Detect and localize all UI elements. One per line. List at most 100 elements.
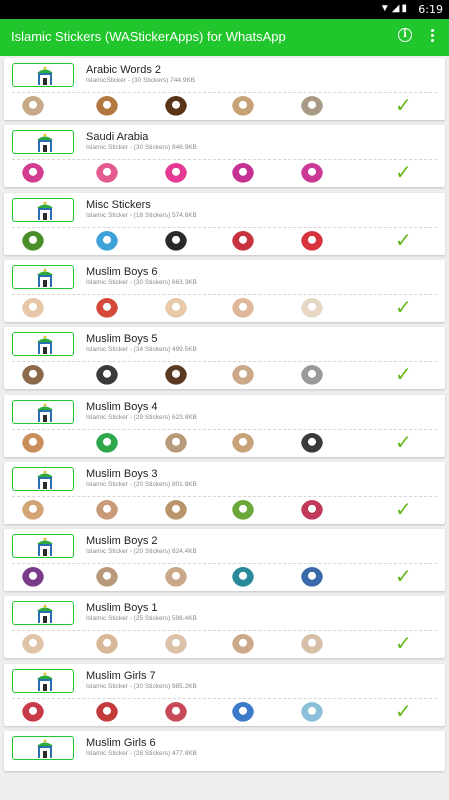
pack-meta: Islamic Sticker - (20 Stickers) 801.8KB <box>86 480 197 488</box>
sticker-preview <box>22 701 44 724</box>
pack-name: Muslim Girls 7 <box>86 669 156 682</box>
pack-tray-icon <box>12 534 74 559</box>
added-check-icon: ✓ <box>395 227 412 252</box>
sticker-preview <box>22 297 44 320</box>
sticker-preview <box>301 365 323 388</box>
added-check-icon: ✓ <box>395 429 412 454</box>
sticker-preview <box>232 365 254 388</box>
added-check-icon: ✓ <box>395 160 412 185</box>
sticker-pack-card[interactable]: Muslim Boys 4 Islamic Sticker - (29 Stick… <box>4 394 445 457</box>
sticker-pack-card[interactable]: Muslim Boys 3 Islamic Sticker - (20 Stick… <box>4 461 445 524</box>
pack-tray-icon <box>12 668 74 693</box>
pack-name: Muslim Boys 6 <box>86 265 158 278</box>
card-divider <box>12 159 437 161</box>
pack-tray-icon <box>12 264 74 289</box>
sticker-pack-list[interactable]: Arabic Words 2 IslamicSticker - (30 Stick… <box>0 56 449 800</box>
sticker-preview <box>22 634 44 657</box>
sticker-preview <box>165 432 187 455</box>
sticker-preview <box>165 499 187 522</box>
pack-tray-icon <box>12 63 74 87</box>
status-time: 6:19 <box>418 3 443 16</box>
sticker-preview <box>22 365 44 388</box>
sticker-preview <box>165 297 187 320</box>
card-divider <box>12 428 437 430</box>
status-bar: ▼◢▮ 6:19 <box>0 0 449 19</box>
added-check-icon: ✓ <box>395 564 412 589</box>
sticker-pack-card[interactable]: Muslim Boys 2 Islamic Sticker - (20 Stick… <box>4 529 445 592</box>
sticker-preview <box>96 634 118 657</box>
sticker-preview <box>22 163 44 186</box>
pack-meta: Islamic Sticker - (29 Stickers) 623.8KB <box>86 413 197 421</box>
sticker-pack-card[interactable]: Arabic Words 2 IslamicSticker - (30 Stick… <box>4 58 445 120</box>
sticker-preview <box>165 230 187 253</box>
info-icon[interactable]: i <box>398 28 412 42</box>
sticker-preview <box>301 230 323 253</box>
sticker-preview <box>96 96 118 118</box>
added-check-icon: ✓ <box>395 496 412 521</box>
pack-meta: Islamic Sticker - (30 Stickers) 846.9KB <box>86 144 197 152</box>
pack-meta: IslamicSticker - (30 Stickers) 744.9KB <box>86 77 196 84</box>
app-title: Islamic Stickers (WAStickerApps) for Wha… <box>11 29 286 44</box>
card-divider <box>12 495 437 497</box>
pack-meta: Islamic Sticker - (18 Stickers) 574.6KB <box>86 211 197 219</box>
sticker-preview <box>232 96 254 118</box>
sticker-preview <box>96 567 118 590</box>
pack-name: Muslim Boys 2 <box>86 535 158 548</box>
card-divider <box>12 361 437 363</box>
sticker-preview <box>232 567 254 590</box>
sticker-preview <box>232 701 254 724</box>
sticker-pack-card[interactable]: Muslim Boys 5 Islamic Sticker - (34 Stick… <box>4 327 445 390</box>
sticker-preview <box>22 432 44 455</box>
sticker-preview <box>232 432 254 455</box>
sticker-pack-card[interactable]: Muslim Boys 1 Islamic Sticker - (25 Stick… <box>4 596 445 659</box>
pack-meta: Islamic Sticker - (28 Stickers) 477.8KB <box>86 750 197 757</box>
sticker-preview <box>232 634 254 657</box>
pack-tray-icon <box>12 466 74 491</box>
pack-tray-icon <box>12 399 74 424</box>
sticker-preview <box>232 297 254 320</box>
sticker-preview <box>165 634 187 657</box>
sticker-preview <box>96 163 118 186</box>
added-check-icon: ✓ <box>395 93 412 117</box>
card-divider <box>12 92 437 93</box>
added-check-icon: ✓ <box>395 362 412 387</box>
sticker-preview <box>22 567 44 590</box>
sticker-preview <box>96 701 118 724</box>
card-divider <box>12 226 437 228</box>
sticker-preview <box>165 701 187 724</box>
sticker-preview <box>301 297 323 320</box>
sticker-preview <box>96 499 118 522</box>
pack-tray-icon <box>12 332 74 357</box>
sticker-preview <box>96 230 118 253</box>
sticker-pack-card[interactable]: Muslim Girls 6 Islamic Sticker - (28 Stic… <box>4 731 445 771</box>
sticker-pack-card[interactable]: Misc Stickers Islamic Sticker - (18 Stick… <box>4 192 445 255</box>
sticker-preview <box>96 297 118 320</box>
added-check-icon: ✓ <box>395 631 412 656</box>
sticker-preview <box>301 567 323 590</box>
sticker-pack-card[interactable]: Muslim Girls 7 Islamic Sticker - (30 Stic… <box>4 663 445 726</box>
sticker-preview <box>301 634 323 657</box>
sticker-preview <box>232 499 254 522</box>
sticker-preview <box>165 163 187 186</box>
sticker-preview <box>301 499 323 522</box>
pack-tray-icon <box>12 736 74 760</box>
more-vert-icon[interactable] <box>427 28 437 44</box>
card-divider <box>12 630 437 632</box>
sticker-preview <box>165 365 187 388</box>
pack-name: Muslim Boys 5 <box>86 333 158 346</box>
pack-tray-icon <box>12 601 74 626</box>
added-check-icon: ✓ <box>395 698 412 723</box>
pack-meta: Islamic Sticker - (20 Stickers) 824.4KB <box>86 548 197 556</box>
pack-name: Muslim Boys 4 <box>86 400 158 413</box>
sticker-preview <box>22 499 44 522</box>
added-check-icon: ✓ <box>395 294 412 319</box>
card-divider <box>12 563 437 565</box>
sticker-preview <box>301 163 323 186</box>
status-icons: ▼◢▮ <box>379 3 409 14</box>
sticker-preview <box>165 96 187 118</box>
card-divider <box>12 697 437 699</box>
sticker-pack-card[interactable]: Muslim Boys 6 Islamic Sticker - (30 Stick… <box>4 259 445 322</box>
sticker-preview <box>301 432 323 455</box>
pack-meta: Islamic Sticker - (25 Stickers) 598.4KB <box>86 615 197 623</box>
sticker-pack-card[interactable]: Saudi Arabia Islamic Sticker - (30 Sticke… <box>4 125 445 188</box>
